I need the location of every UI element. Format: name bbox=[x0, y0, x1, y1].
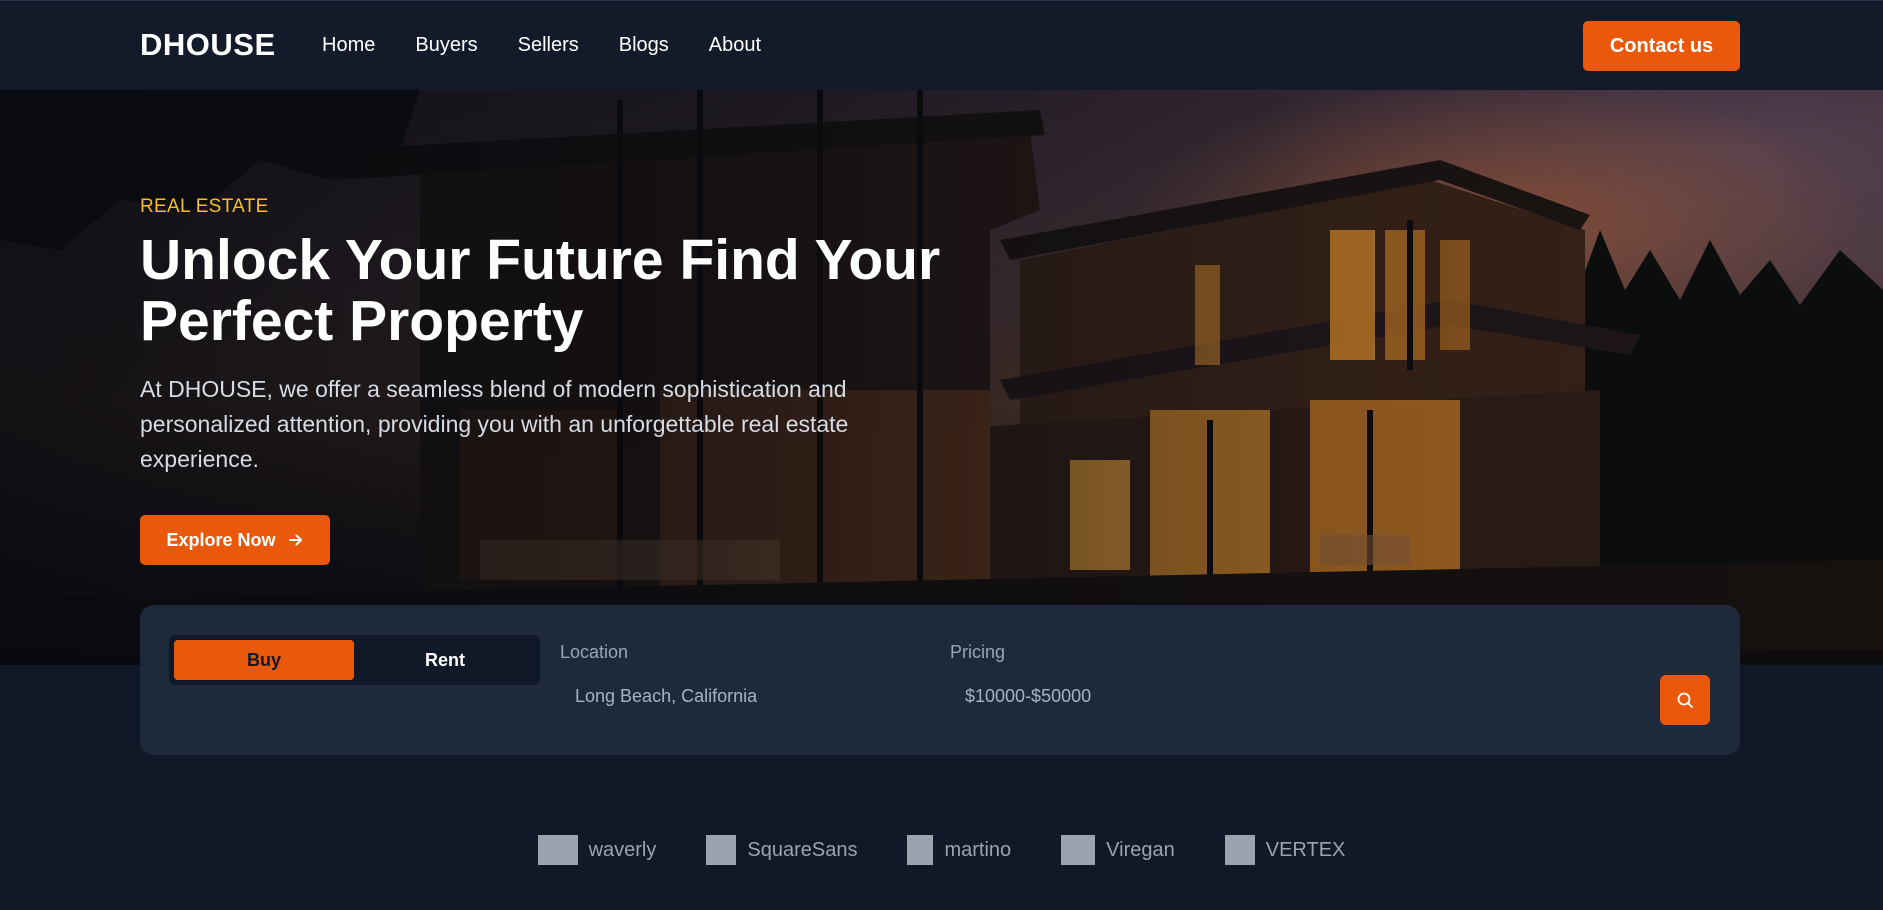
vertex-logo-icon bbox=[1224, 835, 1255, 865]
hero-section: REAL ESTATE Unlock Your Future Find Your… bbox=[0, 90, 1883, 665]
partner-logo-vertex: VERTEX bbox=[1224, 835, 1346, 865]
tab-buy[interactable]: Buy bbox=[174, 640, 354, 680]
squaresans-logo-icon bbox=[706, 835, 737, 865]
partner-logo-name: martino bbox=[944, 838, 1012, 861]
nav-link-blogs[interactable]: Blogs bbox=[619, 34, 669, 57]
partner-logo-waverly: waverly bbox=[537, 835, 657, 865]
top-navbar: DHOUSE Home Buyers Sellers Blogs About C… bbox=[0, 0, 1883, 90]
pricing-field[interactable]: $10000-$50000 bbox=[950, 681, 1280, 711]
contact-us-button[interactable]: Contact us bbox=[1583, 21, 1740, 71]
martino-logo-icon bbox=[907, 835, 934, 865]
partner-logo-name: waverly bbox=[588, 838, 657, 861]
hero-title-line2: Perfect Property bbox=[140, 289, 584, 353]
search-icon bbox=[1677, 692, 1693, 708]
nav-link-sellers[interactable]: Sellers bbox=[518, 34, 579, 57]
pricing-label: Pricing bbox=[950, 642, 1006, 662]
arrow-right-icon bbox=[288, 534, 302, 546]
partner-logo-viregan: Viregan bbox=[1061, 835, 1175, 865]
tab-rent[interactable]: Rent bbox=[355, 640, 535, 680]
nav-link-about[interactable]: About bbox=[709, 34, 761, 57]
search-button[interactable] bbox=[1660, 675, 1710, 725]
partner-logo-martino: martino bbox=[907, 835, 1011, 865]
hero-title-line1: Unlock Your Future Find Your bbox=[140, 228, 941, 292]
partner-logo-name: Viregan bbox=[1106, 838, 1175, 861]
partner-logo-name: VERTEX bbox=[1265, 838, 1346, 861]
waverly-logo-icon bbox=[537, 835, 578, 865]
nav-link-home[interactable]: Home bbox=[322, 34, 375, 57]
buy-rent-toggle: Buy Rent bbox=[169, 635, 540, 685]
brand-logo[interactable]: DHOUSE bbox=[140, 27, 276, 63]
explore-now-label: Explore Now bbox=[166, 529, 276, 550]
hero-description: At DHOUSE, we offer a seamless blend of … bbox=[140, 376, 849, 472]
hero-eyebrow: REAL ESTATE bbox=[140, 196, 269, 217]
partner-logos: waverly SquareSans martino Viregan VERTE… bbox=[0, 835, 1883, 865]
location-field[interactable]: Long Beach, California bbox=[560, 681, 890, 711]
explore-now-button[interactable]: Explore Now bbox=[140, 515, 330, 565]
location-label: Location bbox=[560, 642, 629, 662]
nav-link-buyers[interactable]: Buyers bbox=[415, 34, 477, 57]
partner-logo-squaresans: SquareSans bbox=[706, 835, 857, 865]
viregan-logo-icon bbox=[1061, 835, 1096, 865]
property-search-card: Buy Rent Location Long Beach, California… bbox=[140, 605, 1740, 755]
main-nav: Home Buyers Sellers Blogs About bbox=[322, 34, 761, 57]
partner-logo-name: SquareSans bbox=[747, 838, 858, 861]
hero-title: Unlock Your Future Find Your Perfect Pro… bbox=[140, 230, 1040, 352]
